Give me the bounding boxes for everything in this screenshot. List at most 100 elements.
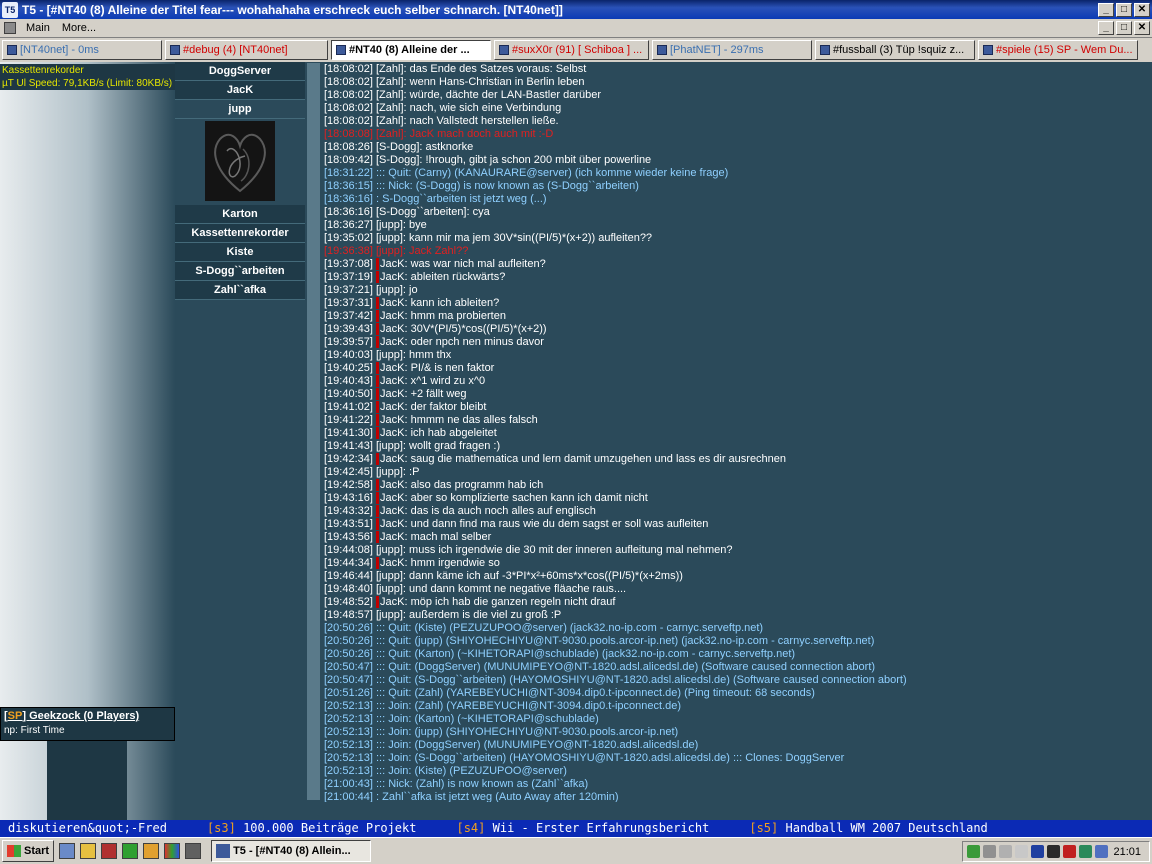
ticker-item[interactable]: [s5] Handball WM 2007 Deutschland xyxy=(749,821,987,835)
menu-app-icon[interactable] xyxy=(4,22,16,34)
chat-scrollbar[interactable] xyxy=(305,62,322,802)
tray-disc-icon[interactable] xyxy=(1015,845,1028,858)
chat-nick[interactable]: JacK xyxy=(376,596,405,608)
nick-item[interactable]: jupp xyxy=(175,100,305,119)
mdi-close-button[interactable]: ✕ xyxy=(1134,21,1150,35)
chat-nick[interactable]: JacK xyxy=(376,401,405,413)
tab-channel[interactable]: [PhatNET] - 297ms xyxy=(652,40,812,60)
tab-channel[interactable]: #debug (4) [NT40net] xyxy=(165,40,328,60)
quicklaunch-color-icon[interactable] xyxy=(164,843,181,859)
chat-nick[interactable]: [jupp] xyxy=(376,544,403,556)
minimize-button[interactable]: _ xyxy=(1098,2,1114,17)
chat-nick[interactable]: [jupp] xyxy=(376,440,403,452)
chat-nick[interactable]: [jupp] xyxy=(376,349,403,361)
chat-nick[interactable]: [S-Dogg] xyxy=(376,141,419,153)
nick-item[interactable]: Kiste xyxy=(175,243,305,262)
chat-nick[interactable]: ::: Join xyxy=(376,700,408,712)
chat-nick[interactable]: [Zahl] xyxy=(376,115,404,127)
chat-nick[interactable]: [jupp] xyxy=(376,245,403,257)
window-titlebar[interactable]: T5 T5 - [#NT40 (8) Alleine der Titel fea… xyxy=(0,0,1152,19)
tab-channel[interactable]: #NT40 (8) Alleine der ... xyxy=(331,40,491,60)
chat-nick[interactable]: ::: Quit xyxy=(376,167,408,179)
chat-nick[interactable]: ::: Quit xyxy=(376,635,408,647)
game-server-box[interactable]: [SP] Geekzock (0 Players) np: First Time xyxy=(0,707,175,741)
chat-nick[interactable]: JacK xyxy=(376,258,405,270)
chat-nick[interactable]: [jupp] xyxy=(376,583,403,595)
chat-nick[interactable]: ::: Join xyxy=(376,726,408,738)
taskbar-item-t5[interactable]: T5 - [#NT40 (8) Allein... xyxy=(211,840,372,862)
chat-nick[interactable]: ::: Join xyxy=(376,752,408,764)
chat-nick[interactable]: [jupp] xyxy=(376,219,403,231)
tab-channel[interactable]: [NT40net] - 0ms xyxy=(2,40,162,60)
chat-nick[interactable]: ::: Join xyxy=(376,765,408,777)
nick-item[interactable]: Zahl``afka xyxy=(175,281,305,300)
mdi-maximize-button[interactable]: □ xyxy=(1116,21,1132,35)
quicklaunch-eye-icon[interactable] xyxy=(122,843,139,859)
scrollbar-thumb[interactable] xyxy=(307,63,320,800)
chat-nick[interactable]: JacK xyxy=(376,492,405,504)
maximize-button[interactable]: □ xyxy=(1116,2,1132,17)
menu-more[interactable]: More... xyxy=(56,22,102,34)
clock[interactable]: 21:01 xyxy=(1113,846,1141,858)
chat-nick[interactable]: JacK xyxy=(376,505,405,517)
news-ticker[interactable]: diskutieren&quot;-Fred [s3] 100.000 Beitr… xyxy=(0,820,1152,837)
ticker-item[interactable]: diskutieren&quot;-Fred xyxy=(8,821,167,835)
quicklaunch-tool-icon[interactable] xyxy=(143,843,160,859)
chat-nick[interactable]: [Zahl] xyxy=(376,76,404,88)
tray-help-icon[interactable] xyxy=(1031,845,1044,858)
chat-nick[interactable]: JacK xyxy=(376,375,405,387)
quicklaunch-disk-icon[interactable] xyxy=(185,843,202,859)
nick-item[interactable]: Karton xyxy=(175,205,305,224)
chat-nick[interactable]: JacK xyxy=(376,310,405,322)
start-button[interactable]: Start xyxy=(2,840,55,862)
chat-nick[interactable]: [S-Dogg] xyxy=(376,154,419,166)
chat-nick[interactable]: ::: Quit xyxy=(376,687,408,699)
chat-nick[interactable]: JacK xyxy=(376,518,405,530)
nick-item[interactable]: S-Dogg``arbeiten xyxy=(175,262,305,281)
chat-nick[interactable]: [jupp] xyxy=(376,570,403,582)
ticker-item[interactable]: [s4] Wii - Erster Erfahrungsbericht xyxy=(456,821,709,835)
nick-item[interactable]: JacK xyxy=(175,81,305,100)
chat-nick[interactable]: [S-Dogg``arbeiten] xyxy=(376,206,467,218)
chat-nick[interactable]: [Zahl] xyxy=(376,89,404,101)
chat-nick[interactable]: JacK xyxy=(376,414,405,426)
quicklaunch-opera-icon[interactable] xyxy=(101,843,118,859)
chat-nick[interactable]: ::: Join xyxy=(376,713,408,725)
chat-nick[interactable]: JacK xyxy=(376,388,405,400)
chat-nick[interactable]: ::: Quit xyxy=(376,674,408,686)
chat-nick[interactable]: ::: Nick xyxy=(376,180,410,192)
menu-main[interactable]: Main xyxy=(20,22,56,34)
chat-nick[interactable]: ::: Join xyxy=(376,739,408,751)
game-server-title[interactable]: [SP] Geekzock (0 Players) xyxy=(1,708,174,724)
tab-channel[interactable]: #fussball (3) Tüp !squiz z... xyxy=(815,40,975,60)
chat-nick[interactable]: JacK xyxy=(376,336,405,348)
nick-item[interactable]: DoggServer xyxy=(175,62,305,81)
chat-nick[interactable]: JacK xyxy=(376,479,405,491)
chat-nick[interactable]: [Zahl] xyxy=(376,102,404,114)
tray-user-icon[interactable] xyxy=(1095,845,1108,858)
chat-log[interactable]: [18:08:02] [Zahl]: das Ende des Satzes v… xyxy=(322,62,1152,802)
chat-nick[interactable]: JacK xyxy=(376,557,405,569)
chat-nick[interactable]: [jupp] xyxy=(376,609,403,621)
nick-item[interactable]: Kassettenrekorder xyxy=(175,224,305,243)
ticker-item[interactable]: [s3] 100.000 Beiträge Projekt xyxy=(207,821,417,835)
chat-nick[interactable]: JacK xyxy=(376,427,405,439)
tab-channel[interactable]: #spiele (15) SP - Wem Du... xyxy=(978,40,1138,60)
chat-nick[interactable]: JacK xyxy=(376,362,405,374)
tray-volume-icon[interactable] xyxy=(983,845,996,858)
chat-nick[interactable]: [Zahl] xyxy=(376,63,404,75)
chat-nick[interactable]: ::: Quit xyxy=(376,622,408,634)
chat-nick[interactable]: JacK xyxy=(376,297,405,309)
chat-nick[interactable]: ::: Quit xyxy=(376,648,408,660)
chat-nick[interactable]: [Zahl] xyxy=(376,128,404,140)
tray-shield-icon[interactable] xyxy=(1063,845,1076,858)
tray-app-icon[interactable] xyxy=(1047,845,1060,858)
chat-nick[interactable]: ::: Nick xyxy=(376,778,410,790)
chat-nick[interactable]: ::: Quit xyxy=(376,661,408,673)
close-button[interactable]: ✕ xyxy=(1134,2,1150,17)
quicklaunch-folder-icon[interactable] xyxy=(80,843,97,859)
user-avatar[interactable] xyxy=(205,121,275,201)
tab-channel[interactable]: #suxX0r (91) [ Schiboa ] ... xyxy=(494,40,649,60)
chat-nick[interactable]: : Zahl``afka xyxy=(376,791,432,802)
tray-gear-icon[interactable] xyxy=(999,845,1012,858)
